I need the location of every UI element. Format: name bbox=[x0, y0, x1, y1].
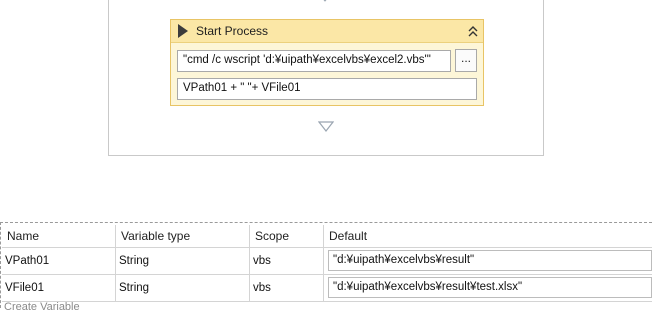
column-header-type[interactable]: Variable type bbox=[115, 225, 249, 247]
table-row[interactable]: VFile01 String vbs "d:¥uipath¥excelvbs¥r… bbox=[2, 275, 652, 302]
activity-header[interactable]: Start Process bbox=[171, 20, 483, 43]
variable-default-cell: "d:¥uipath¥excelvbs¥result¥test.xlsx" bbox=[323, 275, 652, 301]
variable-name[interactable]: VPath01 bbox=[2, 248, 115, 274]
designer-canvas: Start Process "cmd /c wscript 'd:¥uipath… bbox=[0, 0, 652, 222]
start-process-activity[interactable]: Start Process "cmd /c wscript 'd:¥uipath… bbox=[170, 19, 484, 106]
variable-scope[interactable]: vbs bbox=[249, 248, 323, 274]
variable-default-input[interactable]: "d:¥uipath¥excelvbs¥result" bbox=[328, 250, 652, 271]
column-header-default[interactable]: Default bbox=[323, 225, 652, 247]
flow-arrow-down-icon bbox=[318, 121, 334, 132]
table-row[interactable]: VPath01 String vbs "d:¥uipath¥excelvbs¥r… bbox=[2, 248, 652, 275]
variable-scope[interactable]: vbs bbox=[249, 275, 323, 301]
activity-title: Start Process bbox=[196, 24, 269, 38]
variable-type[interactable]: String bbox=[115, 248, 249, 274]
column-header-scope[interactable]: Scope bbox=[249, 225, 323, 247]
column-header-name[interactable]: Name bbox=[2, 225, 115, 247]
variable-default-input[interactable]: "d:¥uipath¥excelvbs¥result¥test.xlsx" bbox=[328, 277, 652, 298]
flow-arrow-down-icon bbox=[323, 0, 327, 2]
variable-type[interactable]: String bbox=[115, 275, 249, 301]
create-variable-link[interactable]: Create Variable bbox=[4, 301, 80, 313]
filename-field[interactable]: VPath01 + " "+ VFile01 bbox=[177, 78, 477, 100]
variable-default-cell: "d:¥uipath¥excelvbs¥result" bbox=[323, 248, 652, 274]
browse-button[interactable]: ... bbox=[455, 49, 477, 72]
arguments-field[interactable]: "cmd /c wscript 'd:¥uipath¥excelvbs¥exce… bbox=[177, 50, 451, 72]
double-chevron-up-icon[interactable] bbox=[467, 24, 479, 38]
variable-name[interactable]: VFile01 bbox=[2, 275, 115, 301]
play-icon bbox=[178, 24, 188, 38]
